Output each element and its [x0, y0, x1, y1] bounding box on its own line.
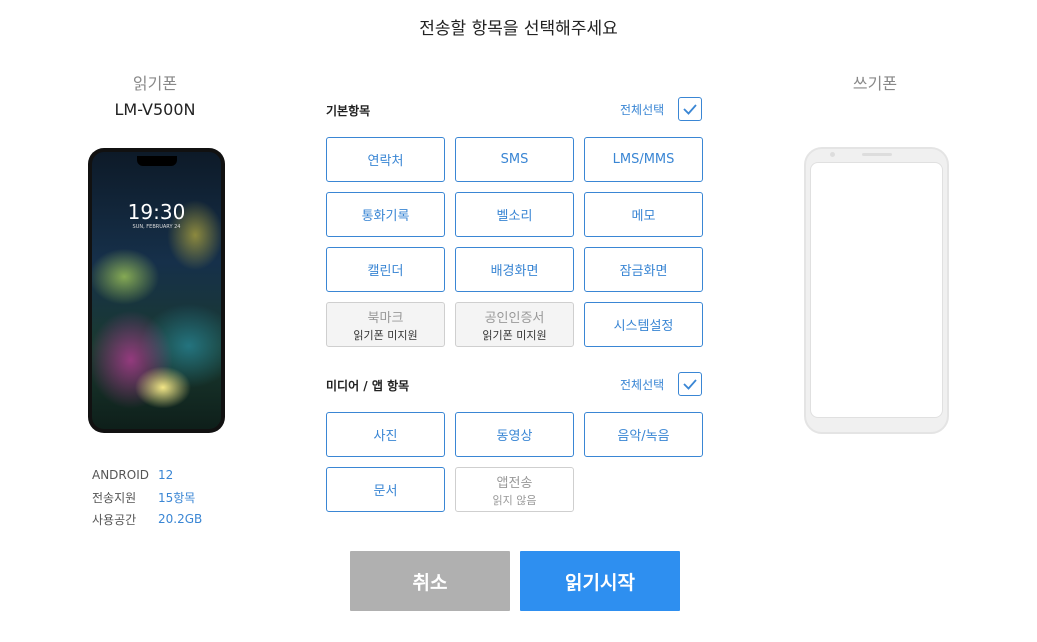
- info-value-used-space: 20.2GB: [158, 512, 203, 526]
- option-label: 음악/녹음: [617, 429, 670, 444]
- option-label: 사진: [373, 429, 398, 444]
- option-label: LMS/MMS: [612, 152, 675, 167]
- write-phone-placeholder: [804, 147, 949, 434]
- info-row: 사용공간 20.2GB: [92, 508, 202, 530]
- media-section-title: 미디어 / 앱 항목: [326, 379, 410, 393]
- write-phone-screen: [810, 162, 943, 418]
- lockscreen-date: SUN, FEBRUARY 24: [132, 224, 181, 230]
- option-ringtone[interactable]: 벨소리: [455, 192, 574, 237]
- option-wallpaper[interactable]: 배경화면: [455, 247, 574, 292]
- option-photos[interactable]: 사진: [326, 412, 445, 457]
- option-label: 메모: [631, 209, 656, 224]
- check-icon: [683, 104, 697, 115]
- option-certificate-disabled: 공인인증서 읽기폰 미지원: [455, 302, 574, 347]
- option-label: 잠금화면: [619, 264, 668, 279]
- basic-select-all-checkbox[interactable]: [678, 97, 702, 121]
- option-label: 북마크: [367, 310, 404, 326]
- media-select-all-label[interactable]: 전체선택: [620, 376, 664, 393]
- option-memo[interactable]: 메모: [584, 192, 703, 237]
- option-label: SMS: [500, 152, 529, 167]
- option-bookmark-disabled: 북마크 읽기폰 미지원: [326, 302, 445, 347]
- option-call-log[interactable]: 통화기록: [326, 192, 445, 237]
- option-lms-mms[interactable]: LMS/MMS: [584, 137, 703, 182]
- start-read-button[interactable]: 읽기시작: [520, 551, 680, 611]
- read-phone-model: LM-V500N: [114, 100, 196, 119]
- option-label: 벨소리: [496, 209, 533, 224]
- info-value-android: 12: [158, 468, 174, 482]
- cancel-button[interactable]: 취소: [350, 551, 510, 611]
- option-system-settings[interactable]: 시스템설정: [584, 302, 703, 347]
- check-icon: [683, 379, 697, 390]
- option-lockscreen[interactable]: 잠금화면: [584, 247, 703, 292]
- info-row: ANDROID 12: [92, 464, 202, 486]
- option-videos[interactable]: 동영상: [455, 412, 574, 457]
- info-row: 전송지원 15항목: [92, 486, 202, 508]
- info-value-transfer-support: 15항목: [158, 490, 196, 505]
- info-key-transfer-support: 전송지원: [92, 490, 137, 505]
- option-unsupported-note: 읽기폰 미지원: [353, 328, 418, 342]
- phone-notch: [136, 156, 177, 166]
- media-select-all-checkbox[interactable]: [678, 372, 702, 396]
- lockscreen-clock: 19:30: [127, 200, 186, 224]
- option-label: 통화기록: [361, 209, 410, 224]
- speaker-slot: [862, 153, 892, 156]
- option-calendar[interactable]: 캘린더: [326, 247, 445, 292]
- page-title: 전송할 항목을 선택해주세요: [419, 19, 618, 39]
- option-music-recordings[interactable]: 음악/녹음: [584, 412, 703, 457]
- option-label: 연락처: [367, 154, 404, 169]
- option-contacts[interactable]: 연락처: [326, 137, 445, 182]
- basic-select-all-label[interactable]: 전체선택: [620, 101, 664, 118]
- option-label: 동영상: [496, 429, 533, 444]
- read-phone-label: 읽기폰: [132, 74, 178, 93]
- basic-section-title: 기본항목: [326, 104, 371, 118]
- option-sms[interactable]: SMS: [455, 137, 574, 182]
- option-documents[interactable]: 문서: [326, 467, 445, 512]
- option-label: 공인인증서: [484, 310, 545, 326]
- camera-dot: [830, 152, 835, 157]
- option-not-read-note: 읽지 않음: [492, 493, 537, 507]
- option-label: 배경화면: [490, 264, 539, 279]
- read-phone-info: ANDROID 12 전송지원 15항목 사용공간 20.2GB: [92, 464, 202, 530]
- option-unsupported-note: 읽기폰 미지원: [482, 328, 547, 342]
- write-phone-label: 쓰기폰: [852, 74, 898, 93]
- option-label: 앱전송: [496, 475, 533, 491]
- info-key-android: ANDROID: [92, 468, 149, 482]
- read-phone-image: 19:30 SUN, FEBRUARY 24: [88, 148, 225, 433]
- info-key-used-space: 사용공간: [92, 512, 137, 527]
- option-label: 캘린더: [367, 264, 404, 279]
- option-label: 문서: [373, 484, 398, 499]
- read-phone-screen: 19:30 SUN, FEBRUARY 24: [92, 152, 221, 429]
- option-app-transfer-disabled: 앱전송 읽지 않음: [455, 467, 574, 512]
- option-label: 시스템설정: [613, 319, 674, 334]
